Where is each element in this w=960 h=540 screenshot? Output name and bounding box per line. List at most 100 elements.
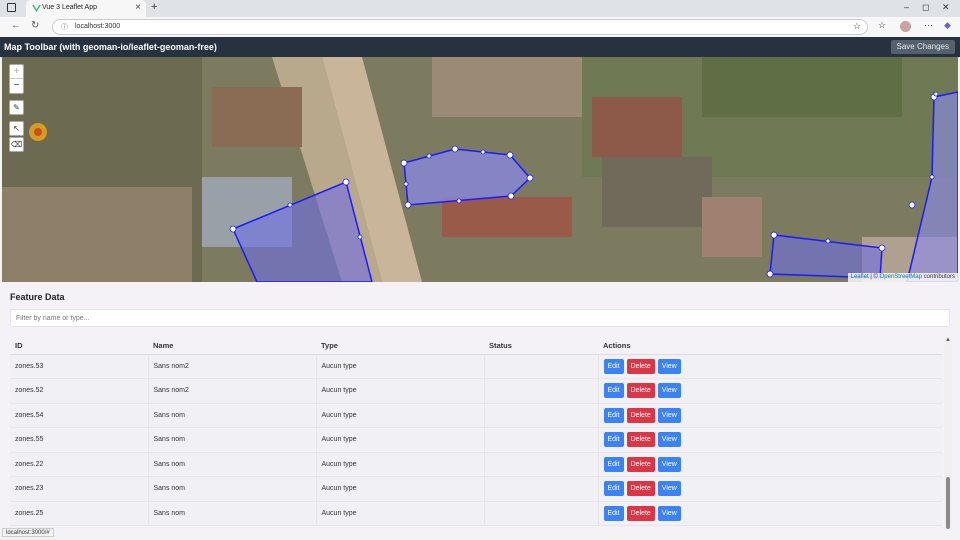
view-button[interactable]: View bbox=[657, 481, 681, 497]
delete-button[interactable]: Delete bbox=[626, 456, 655, 472]
eraser-icon[interactable]: ⌫ bbox=[9, 137, 24, 152]
filter-input[interactable] bbox=[10, 309, 950, 327]
favorites-icon[interactable]: ☆ bbox=[878, 20, 886, 31]
back-icon[interactable]: ← bbox=[11, 20, 21, 31]
cell-actions: Edit Delete View bbox=[598, 354, 942, 379]
window-menu-icon[interactable] bbox=[7, 3, 16, 12]
cell-name: Sans nom bbox=[148, 501, 317, 526]
cell-name: Sans nom2 bbox=[148, 354, 317, 379]
delete-button[interactable]: Delete bbox=[626, 407, 655, 423]
cell-status bbox=[484, 501, 599, 526]
maximize-icon[interactable]: ◻ bbox=[922, 2, 929, 13]
osm-link[interactable]: OpenStreetMap bbox=[880, 274, 922, 280]
scrollbar-thumb[interactable] bbox=[946, 477, 950, 529]
edit-button[interactable]: Edit bbox=[603, 432, 624, 448]
cell-type: Aucun type bbox=[316, 476, 485, 502]
view-button[interactable]: View bbox=[657, 456, 681, 472]
cell-name: Sans nom bbox=[148, 427, 317, 453]
table-row[interactable]: zones.22 Sans nom Aucun type Edit Delete View bbox=[10, 452, 942, 477]
view-button[interactable]: View bbox=[657, 383, 681, 399]
edit-button[interactable]: Edit bbox=[603, 456, 624, 472]
tab-title: Vue 3 Leaflet App bbox=[42, 4, 98, 11]
table-row[interactable]: zones.55 Sans nom Aucun type Edit Delete View bbox=[10, 427, 942, 453]
leaflet-link[interactable]: Leaflet bbox=[851, 274, 869, 280]
table-scrollbar[interactable]: ▲ bbox=[944, 337, 952, 530]
link-status-bar: localhost:3000/# bbox=[2, 528, 54, 537]
view-button[interactable]: View bbox=[657, 407, 681, 423]
cell-id: zones.54 bbox=[10, 403, 149, 428]
table-header-row: ID Name Type Status Actions bbox=[10, 337, 942, 355]
url-field[interactable]: ⓘ localhost:3000 ☆ bbox=[52, 19, 868, 35]
cell-status bbox=[484, 476, 599, 502]
view-button[interactable]: View bbox=[657, 432, 681, 448]
save-changes-button[interactable]: Save Changes bbox=[890, 40, 955, 54]
view-button[interactable]: View bbox=[657, 505, 681, 521]
bookmark-star-icon[interactable]: ☆ bbox=[853, 21, 861, 32]
close-tab-icon[interactable]: × bbox=[135, 2, 141, 13]
cell-id: zones.22 bbox=[10, 452, 149, 477]
column-header-status[interactable]: Status bbox=[484, 337, 598, 355]
cell-actions: Edit Delete View bbox=[598, 476, 942, 502]
drawn-polygons[interactable] bbox=[2, 57, 958, 282]
cell-type: Aucun type bbox=[316, 403, 485, 428]
copilot-icon[interactable]: ◆ bbox=[944, 20, 951, 31]
map-attribution: Leaflet | © OpenStreetMap contributors bbox=[847, 273, 958, 282]
cell-name: Sans nom bbox=[148, 403, 317, 428]
cell-status bbox=[484, 378, 599, 404]
map-view[interactable]: + − ✎ ↖ ⌫ Leaflet | © OpenStreetMap cont… bbox=[2, 57, 958, 282]
delete-button[interactable]: Delete bbox=[626, 505, 655, 521]
reload-icon[interactable]: ↻ bbox=[31, 20, 39, 31]
page-title: Map Toolbar (with geoman-io/leaflet-geom… bbox=[4, 42, 217, 52]
cell-actions: Edit Delete View bbox=[598, 501, 942, 526]
edit-button[interactable]: Edit bbox=[603, 383, 624, 399]
column-header-id[interactable]: ID bbox=[10, 337, 148, 355]
cell-actions: Edit Delete View bbox=[598, 427, 942, 453]
minimize-icon[interactable]: – bbox=[904, 2, 909, 12]
drag-cursor-icon[interactable]: ↖ bbox=[9, 121, 24, 136]
table-row[interactable]: zones.54 Sans nom Aucun type Edit Delete View bbox=[10, 403, 942, 428]
cell-type: Aucun type bbox=[316, 452, 485, 477]
zoom-out-button[interactable]: − bbox=[10, 79, 23, 93]
more-options-icon[interactable]: ··· bbox=[924, 20, 933, 30]
draw-polygon-icon[interactable]: ✎ bbox=[9, 100, 24, 115]
table-row[interactable]: zones.25 Sans nom Aucun type Edit Delete View bbox=[10, 501, 942, 526]
edit-button[interactable]: Edit bbox=[603, 505, 624, 521]
cell-type: Aucun type bbox=[316, 378, 485, 404]
column-header-type[interactable]: Type bbox=[316, 337, 484, 355]
edit-button[interactable]: Edit bbox=[603, 407, 624, 423]
delete-button[interactable]: Delete bbox=[626, 432, 655, 448]
new-tab-icon[interactable]: + bbox=[151, 1, 157, 13]
view-button[interactable]: View bbox=[657, 358, 681, 374]
table-row[interactable]: zones.52 Sans nom2 Aucun type Edit Delete Vie… bbox=[10, 378, 942, 404]
column-header-name[interactable]: Name bbox=[148, 337, 316, 355]
cell-type: Aucun type bbox=[316, 354, 485, 379]
site-info-icon[interactable]: ⓘ bbox=[61, 22, 68, 32]
vue-logo-icon bbox=[32, 4, 41, 13]
close-window-icon[interactable]: ✕ bbox=[942, 2, 950, 13]
url-text: localhost:3000 bbox=[75, 23, 121, 30]
zoom-control: + − bbox=[9, 64, 24, 94]
table-row[interactable]: zones.23 Sans nom Aucun type Edit Delete View bbox=[10, 476, 942, 502]
browser-tab[interactable]: Vue 3 Leaflet App × bbox=[26, 0, 146, 17]
zone-polygon bbox=[231, 180, 373, 282]
edit-button[interactable]: Edit bbox=[603, 481, 624, 497]
scroll-up-icon[interactable]: ▲ bbox=[945, 337, 951, 343]
cell-actions: Edit Delete View bbox=[598, 378, 942, 404]
delete-button[interactable]: Delete bbox=[626, 358, 655, 374]
cell-name: Sans nom bbox=[148, 452, 317, 477]
feature-data-panel: Feature Data ID Name Type Status Actions… bbox=[2, 282, 958, 532]
edit-button[interactable]: Edit bbox=[603, 358, 624, 374]
cell-status bbox=[484, 403, 599, 428]
cursor-highlight-icon bbox=[29, 123, 47, 141]
profile-avatar[interactable] bbox=[900, 21, 911, 32]
cell-status bbox=[484, 427, 599, 453]
delete-button[interactable]: Delete bbox=[626, 383, 655, 399]
cell-type: Aucun type bbox=[316, 501, 485, 526]
cell-status bbox=[484, 354, 599, 379]
delete-button[interactable]: Delete bbox=[626, 481, 655, 497]
table-row[interactable]: zones.53 Sans nom2 Aucun type Edit Delete Vie… bbox=[10, 354, 942, 379]
zoom-in-button[interactable]: + bbox=[10, 65, 23, 79]
cell-actions: Edit Delete View bbox=[598, 403, 942, 428]
section-title: Feature Data bbox=[10, 292, 65, 302]
cell-id: zones.23 bbox=[10, 476, 149, 502]
